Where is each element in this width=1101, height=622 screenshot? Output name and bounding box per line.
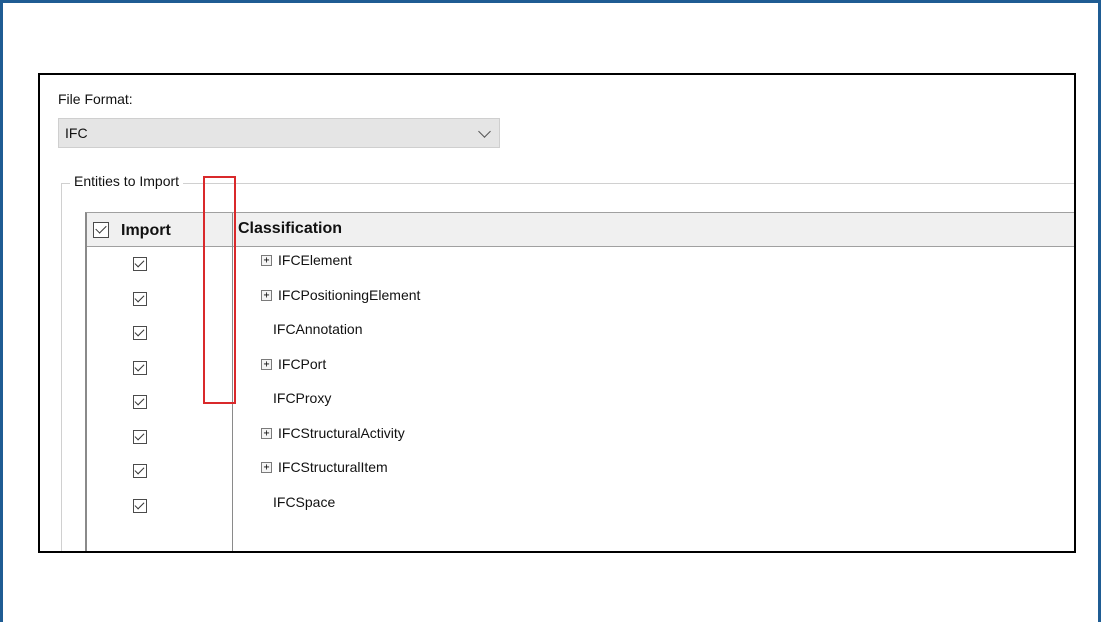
expand-plus-icon[interactable]: +	[261, 462, 272, 473]
import-dialog: File Format: IFC Entities to Import Impo…	[38, 73, 1076, 553]
file-format-dropdown[interactable]: IFC	[58, 118, 500, 148]
window-frame-left	[0, 0, 3, 622]
table-row[interactable]: + IFCStructuralItem	[87, 454, 1074, 488]
expander-highlight-box	[203, 176, 236, 404]
classification-label: IFCSpace	[273, 493, 336, 510]
classification-column-header[interactable]: Classification	[238, 220, 342, 238]
import-checkbox[interactable]	[133, 395, 147, 409]
expand-plus-icon[interactable]: +	[261, 289, 272, 301]
import-checkbox[interactable]	[133, 429, 147, 444]
classification-label: IFCAnnotation	[273, 321, 363, 337]
expand-plus-icon[interactable]: +	[261, 358, 272, 370]
file-format-label: File Format:	[58, 91, 133, 107]
classification-label: IFCPositioningElement	[278, 286, 421, 303]
import-checkbox[interactable]	[133, 464, 147, 478]
classification-label: IFCElement	[278, 252, 352, 268]
classification-label: IFCPort	[278, 355, 327, 372]
groupbox-border-left	[61, 183, 62, 551]
import-checkbox[interactable]	[133, 326, 147, 340]
import-checkbox[interactable]	[133, 291, 147, 306]
select-all-checkbox[interactable]	[93, 222, 109, 238]
expand-plus-icon[interactable]: +	[261, 255, 272, 266]
entities-group-title: Entities to Import	[70, 173, 184, 189]
table-row[interactable]: + IFCStructuralActivity	[87, 420, 1074, 454]
import-checkbox[interactable]	[133, 257, 147, 271]
import-checkbox[interactable]	[133, 498, 147, 513]
table-row[interactable]: IFCSpace	[87, 489, 1074, 523]
chevron-down-icon[interactable]	[478, 125, 491, 138]
expand-plus-icon[interactable]: +	[261, 427, 272, 439]
import-checkbox[interactable]	[133, 360, 147, 375]
import-column-header[interactable]: Import	[121, 222, 171, 240]
classification-label: IFCProxy	[273, 390, 332, 406]
window-frame-top	[0, 0, 1101, 3]
classification-label: IFCStructuralItem	[278, 459, 388, 475]
classification-label: IFCStructuralActivity	[278, 424, 405, 441]
file-format-value: IFC	[65, 125, 88, 141]
